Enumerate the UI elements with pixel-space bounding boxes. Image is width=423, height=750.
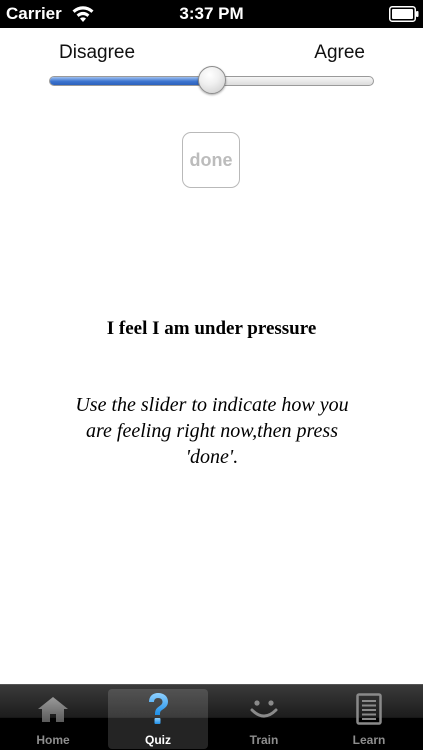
battery-icon	[389, 6, 419, 22]
quiz-content: Disagree Agree done I feel I am under pr…	[0, 28, 423, 684]
question-statement: I feel I am under pressure	[106, 318, 317, 339]
tab-home[interactable]: Home	[3, 689, 103, 749]
tab-quiz[interactable]: Quiz	[108, 689, 208, 749]
instruction-text: Use the slider to indicate how you are f…	[75, 394, 349, 468]
home-icon	[38, 697, 68, 722]
tab-quiz-label: Quiz	[145, 733, 171, 747]
clock-time: 3:37 PM	[179, 4, 244, 23]
tab-train-label: Train	[249, 733, 279, 747]
slider-min-label: Disagree	[59, 42, 136, 63]
done-button[interactable]: done	[182, 132, 240, 188]
slider-max-label: Agree	[314, 42, 365, 63]
agreement-slider[interactable]	[49, 66, 374, 94]
tab-bar: Home Quiz Train Learn	[0, 684, 423, 750]
tab-home-label: Home	[36, 733, 70, 747]
smiley-icon	[250, 700, 278, 718]
slider-thumb[interactable]	[197, 66, 226, 94]
status-bar: Carrier 3:37 PM	[0, 0, 423, 28]
document-icon	[356, 693, 382, 725]
question-mark-icon	[149, 693, 168, 724]
tab-train[interactable]: Train	[214, 689, 314, 749]
tab-learn-label: Learn	[352, 733, 386, 747]
tab-learn[interactable]: Learn	[319, 689, 419, 749]
slider-fill	[50, 77, 212, 85]
